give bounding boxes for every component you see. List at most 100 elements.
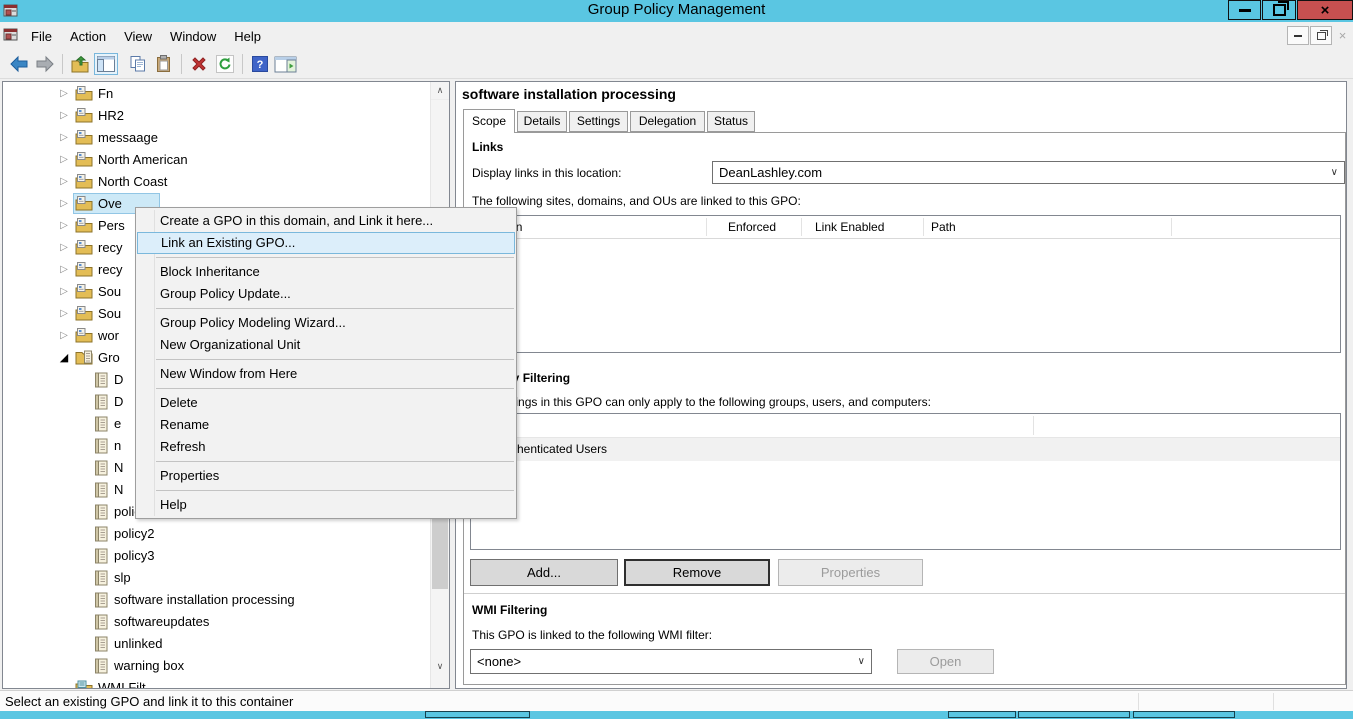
help-icon[interactable]: ? [247,52,273,76]
column-header-link-enabled[interactable]: Link Enabled [815,216,884,238]
gpo-icon [95,592,113,608]
column-header-enforced[interactable]: Enforced [728,216,776,238]
tree-item[interactable]: softwareupdates [3,611,429,633]
expand-icon[interactable]: ▷ [57,215,71,237]
gpo-icon [95,548,113,564]
expand-icon[interactable]: ▷ [57,237,71,259]
tree-item[interactable]: unlinked [3,633,429,655]
collapse-icon[interactable]: ◢ [57,347,71,369]
expand-icon[interactable]: ▷ [57,171,71,193]
tree-item[interactable]: ▷HR2 [3,105,429,127]
menu-item[interactable]: Group Policy Update... [136,283,516,305]
menu-item[interactable]: Properties [136,465,516,487]
tree-item-label: messaage [98,127,158,149]
menu-separator [156,359,514,360]
tree-item-label: software installation processing [114,589,295,611]
gpo-icon [95,460,113,476]
menu-item[interactable]: New Organizational Unit [136,334,516,356]
column-divider[interactable] [801,218,802,236]
expand-icon[interactable]: ▷ [57,193,71,215]
menu-item[interactable]: Refresh [136,436,516,458]
paste-icon[interactable] [151,52,177,76]
ou-icon [75,240,93,256]
details-pane: software installation processing Scope D… [455,81,1347,689]
show-action-pane-icon[interactable] [273,52,299,76]
taskbar-segment [948,711,1016,718]
scope-tab-content: Links Display links in this location: De… [463,132,1346,685]
menu-view[interactable]: View [115,22,161,50]
scroll-down-icon[interactable]: ∨ [431,658,449,675]
column-divider[interactable] [1033,416,1034,435]
menu-item[interactable]: Block Inheritance [136,261,516,283]
menu-action[interactable]: Action [61,22,115,50]
tree-item[interactable]: ▷North Coast [3,171,429,193]
expand-icon[interactable]: ▷ [57,303,71,325]
tree-item-label: N [114,457,123,479]
restore-button[interactable] [1262,0,1296,20]
expand-icon[interactable]: ▷ [57,325,71,347]
menu-window[interactable]: Window [161,22,225,50]
column-divider[interactable] [706,218,707,236]
menu-item[interactable]: New Window from Here [136,363,516,385]
child-restore-button[interactable] [1310,26,1332,45]
minimize-button[interactable] [1228,0,1261,20]
tree-item[interactable]: policy3 [3,545,429,567]
forward-icon[interactable] [32,52,58,76]
tree-item[interactable]: slp [3,567,429,589]
column-divider[interactable] [923,218,924,236]
tab-status[interactable]: Status [707,111,755,132]
close-button[interactable]: × [1297,0,1353,20]
expand-icon[interactable]: ▷ [57,281,71,303]
expand-icon[interactable]: ▷ [57,105,71,127]
child-minimize-button[interactable] [1287,26,1309,45]
security-filtering-caption: The settings in this GPO can only apply … [472,395,931,409]
refresh-icon[interactable] [212,52,238,76]
menu-help[interactable]: Help [225,22,270,50]
menu-item[interactable]: Rename [136,414,516,436]
tab-scope[interactable]: Scope [463,109,515,133]
menu-file[interactable]: File [22,22,61,50]
show-console-tree-icon[interactable] [93,52,119,76]
copy-icon[interactable] [125,52,151,76]
minimize-icon [1239,9,1251,12]
expand-icon[interactable]: ▷ [57,127,71,149]
expand-icon[interactable]: ▷ [57,149,71,171]
ou-icon [75,284,93,300]
tree-item[interactable]: policy2 [3,523,429,545]
security-list-row[interactable]: Authenticated Users [472,438,1340,461]
expand-icon[interactable]: ▷ [57,259,71,281]
menu-item[interactable]: Group Policy Modeling Wizard... [136,312,516,334]
wmi-filter-dropdown[interactable]: <none> ∨ [470,649,872,674]
column-header-path[interactable]: Path [931,216,956,238]
chevron-down-icon: ∨ [1331,162,1338,183]
menu-item[interactable]: Link an Existing GPO... [137,232,515,254]
ou-icon [75,86,93,102]
back-icon[interactable] [6,52,32,76]
scroll-up-icon[interactable]: ∧ [431,82,449,100]
menu-item[interactable]: Create a GPO in this domain, and Link it… [136,210,516,232]
location-dropdown[interactable]: DeanLashley.com ∨ [712,161,1345,184]
tab-details[interactable]: Details [517,111,567,132]
tree-item[interactable]: ▷ messaage [3,127,429,149]
tab-settings[interactable]: Settings [569,111,628,132]
tree-item-label: policy2 [114,523,154,545]
menu-item-label: Group Policy Update... [160,286,291,301]
expand-icon[interactable]: ▷ [57,83,71,105]
menu-bar: File Action View Window Help × [0,22,1353,51]
tree-item[interactable]: warning box [3,655,429,677]
tree-item[interactable]: ▷Fn [3,83,429,105]
column-divider[interactable] [1171,218,1172,236]
delete-icon[interactable] [186,52,212,76]
context-menu: Create a GPO in this domain, and Link it… [135,207,517,519]
remove-button[interactable]: Remove [624,559,770,586]
child-close-button[interactable]: × [1334,26,1351,45]
menu-item[interactable]: Help [136,494,516,516]
tab-delegation[interactable]: Delegation [630,111,705,132]
add-button[interactable]: Add... [470,559,618,586]
menu-item[interactable]: Delete [136,392,516,414]
tree-item[interactable]: ▷North American [3,149,429,171]
tree-item[interactable]: software installation processing [3,589,429,611]
tree-item[interactable]: WMI Filt [3,677,429,689]
up-one-level-icon[interactable] [67,52,93,76]
tree-item-label: wor [98,325,119,347]
